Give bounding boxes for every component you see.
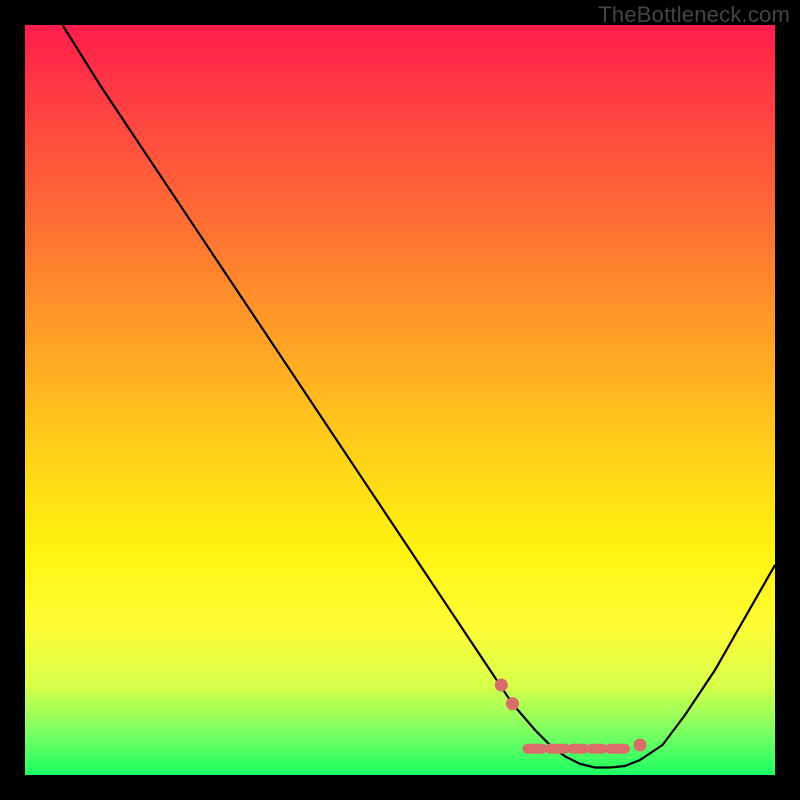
plot-area	[25, 25, 775, 775]
marker-group	[495, 679, 647, 752]
bottleneck-curve	[63, 25, 776, 768]
chart-svg	[25, 25, 775, 775]
chart-stage: TheBottleneck.com	[0, 0, 800, 800]
floor-marker-dot	[634, 739, 647, 752]
floor-marker-dot	[495, 679, 508, 692]
floor-marker-dot	[506, 697, 519, 710]
